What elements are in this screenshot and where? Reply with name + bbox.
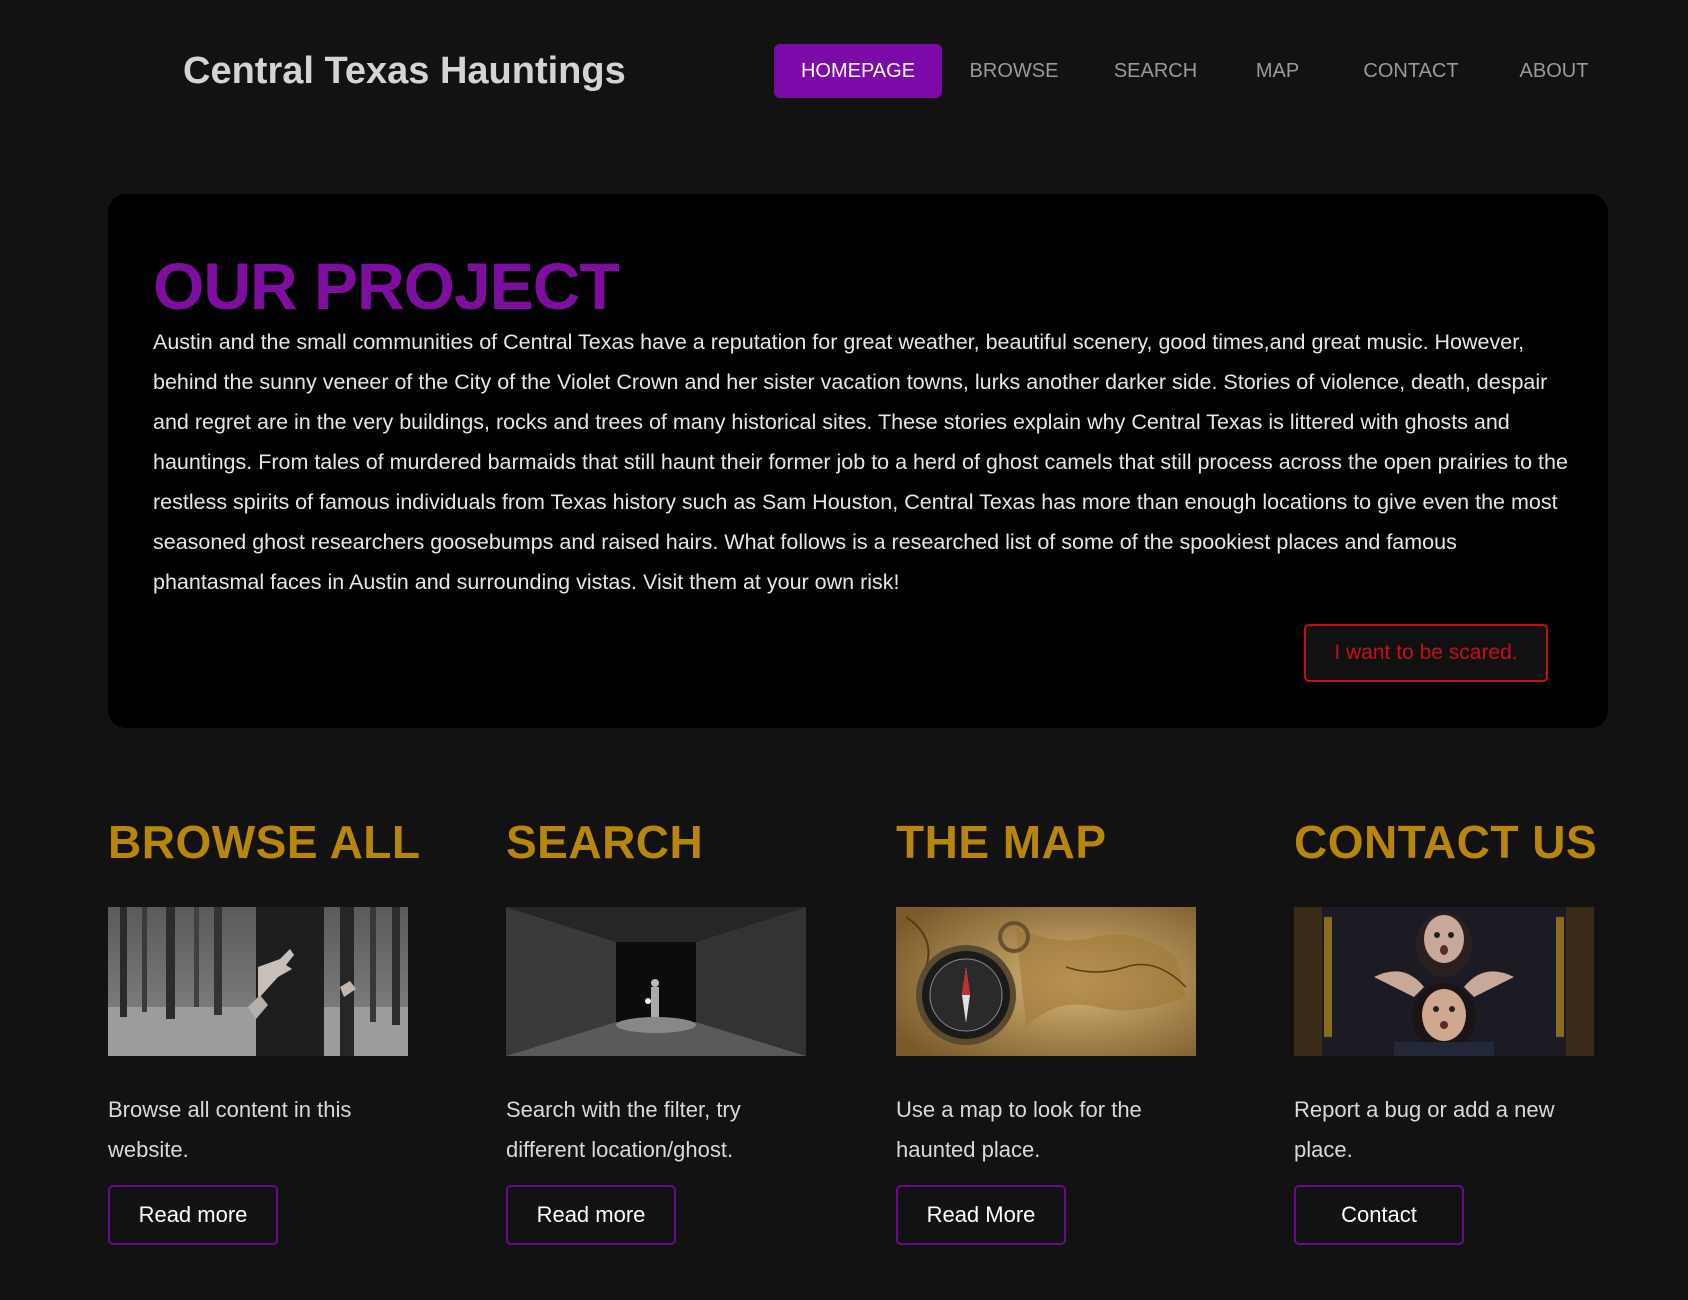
card-title: CONTACT US [1294, 816, 1598, 868]
card-description: Report a bug or add a new place. [1294, 1097, 1555, 1162]
card-browse: BROWSE ALL Browse all content in this we… [108, 815, 438, 1245]
card-title: SEARCH [506, 816, 704, 868]
read-more-button[interactable]: Read more [506, 1185, 676, 1245]
card-contact: CONTACT US Report a bug or add a new pla… [1294, 815, 1624, 1245]
dark-tunnel-image [506, 907, 806, 1056]
nav-search[interactable]: SEARCH [1086, 44, 1225, 98]
nav-about[interactable]: ABOUT [1492, 44, 1616, 98]
card-title: THE MAP [896, 816, 1107, 868]
project-panel: OUR PROJECT Austin and the small communi… [108, 194, 1608, 728]
card-description: Search with the filter, try different lo… [506, 1097, 741, 1162]
nav-browse[interactable]: BROWSE [942, 44, 1086, 98]
site-title[interactable]: Central Texas Hauntings [183, 50, 626, 93]
scare-button[interactable]: I want to be scared. [1304, 624, 1548, 682]
nav-contact[interactable]: CONTACT [1330, 44, 1492, 98]
card-search: SEARCH Search with the filter, try diffe… [506, 815, 836, 1245]
project-title: OUR PROJECT [153, 249, 620, 323]
project-description: Austin and the small communities of Cent… [153, 330, 1568, 594]
forest-hands-image [108, 907, 408, 1056]
card-description: Use a map to look for the haunted place. [896, 1097, 1142, 1162]
nav-map[interactable]: MAP [1225, 44, 1330, 98]
nav-homepage[interactable]: HOMEPAGE [774, 44, 942, 98]
read-more-button[interactable]: Read More [896, 1185, 1066, 1245]
scared-faces-image [1294, 907, 1594, 1056]
compass-map-image [896, 907, 1196, 1056]
card-description: Browse all content in this website. [108, 1097, 352, 1162]
main-nav: HOMEPAGE BROWSE SEARCH MAP CONTACT ABOUT [774, 44, 1616, 98]
card-title: BROWSE ALL [108, 816, 421, 868]
contact-button[interactable]: Contact [1294, 1185, 1464, 1245]
card-map: THE MAP Use a map to look for the haunte… [896, 815, 1226, 1245]
read-more-button[interactable]: Read more [108, 1185, 278, 1245]
